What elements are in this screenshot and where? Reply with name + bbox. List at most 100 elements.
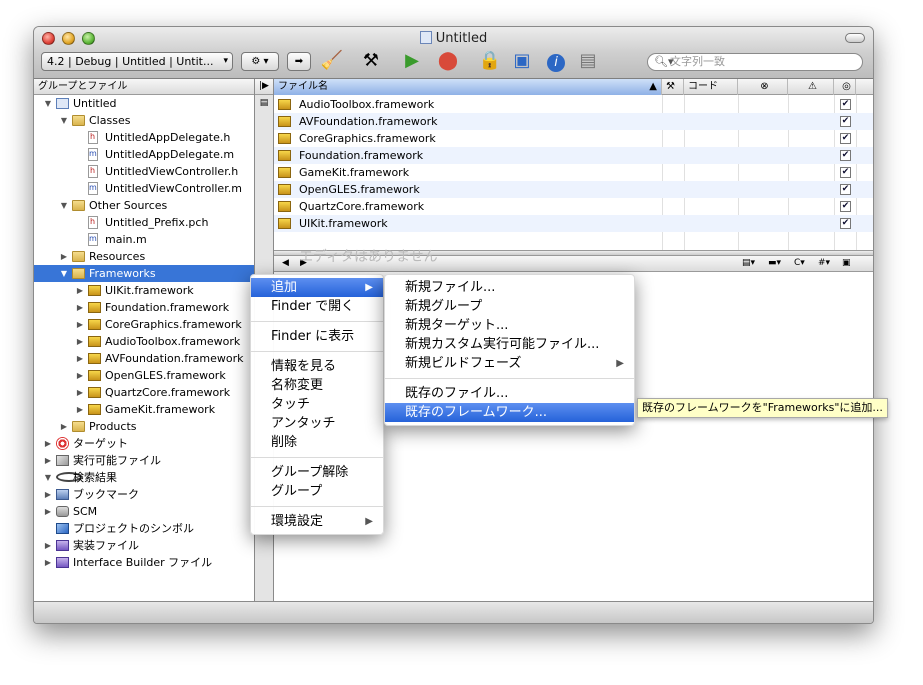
- menu-item[interactable]: 情報を見る: [251, 357, 383, 376]
- menu-item[interactable]: 新規グループ: [385, 297, 634, 316]
- disclosure-closed-icon[interactable]: ▶: [75, 350, 85, 367]
- disclosure-closed-icon[interactable]: ▶: [75, 367, 85, 384]
- target-membership-checkbox[interactable]: ✔: [840, 201, 851, 212]
- tree-item[interactable]: main.m: [34, 230, 254, 248]
- table-row[interactable]: AVFoundation.framework ✔: [274, 113, 873, 130]
- editor-layout-button[interactable]: ▣: [510, 49, 534, 73]
- menu-item[interactable]: 追加 ▶: [251, 278, 383, 297]
- tree-item[interactable]: ▶ AudioToolbox.framework: [34, 333, 254, 350]
- tree-item[interactable]: ▶ Interface Builder ファイル: [34, 554, 254, 571]
- tree-item[interactable]: ▼ 検索結果: [34, 469, 254, 486]
- disclosure-closed-icon[interactable]: ▶: [75, 401, 85, 418]
- menu-item[interactable]: 環境設定 ▶: [251, 512, 383, 531]
- tree-item[interactable]: ▼ Frameworks: [34, 265, 254, 282]
- tree-item[interactable]: ▶ 実装ファイル: [34, 537, 254, 554]
- disclosure-closed-icon[interactable]: ▶: [59, 248, 69, 265]
- disclosure-closed-icon[interactable]: ▶: [59, 418, 69, 435]
- target-membership-checkbox[interactable]: ✔: [840, 167, 851, 178]
- tree-item[interactable]: ▶ Resources: [34, 248, 254, 265]
- clean-all-button[interactable]: 🧹: [320, 49, 344, 73]
- back-arrow-icon[interactable]: ◀: [282, 256, 289, 271]
- disclosure-open-icon[interactable]: ▼: [59, 197, 69, 214]
- menu-item[interactable]: アンタッチ: [251, 414, 383, 433]
- menu-item[interactable]: 新規ファイル...: [385, 278, 634, 297]
- disclosure-closed-icon[interactable]: ▶: [43, 537, 53, 554]
- disclosure-closed-icon[interactable]: ▶: [75, 333, 85, 350]
- menu-item[interactable]: 既存のフレームワーク...: [385, 403, 634, 422]
- table-row[interactable]: AudioToolbox.framework ✔: [274, 96, 873, 113]
- bookmarks-menu-icon[interactable]: ▤▾: [742, 256, 755, 271]
- build-button[interactable]: ⚒: [359, 49, 383, 73]
- disclosure-closed-icon[interactable]: ▶: [75, 299, 85, 316]
- tree-item[interactable]: ▶ ブックマーク: [34, 486, 254, 503]
- table-row[interactable]: CoreGraphics.framework ✔: [274, 130, 873, 147]
- disclosure-closed-icon[interactable]: ▶: [43, 554, 53, 571]
- table-row[interactable]: Foundation.framework ✔: [274, 147, 873, 164]
- tree-item[interactable]: ▶ AVFoundation.framework: [34, 350, 254, 367]
- menu-item[interactable]: タッチ: [251, 395, 383, 414]
- menu-item[interactable]: Finder に表示: [251, 327, 383, 346]
- column-header-warnings[interactable]: ⚠: [788, 79, 834, 95]
- tree-item[interactable]: ▶ GameKit.framework: [34, 401, 254, 418]
- tasks-button[interactable]: ▤: [576, 49, 600, 73]
- counterparts-icon[interactable]: ▣: [842, 256, 851, 271]
- table-row[interactable]: OpenGLES.framework ✔: [274, 181, 873, 198]
- overview-popup[interactable]: 4.2 | Debug | Untitled | Untit... ▾: [41, 52, 233, 71]
- menu-item[interactable]: グループ: [251, 482, 383, 501]
- stop-button[interactable]: ⬤: [436, 49, 460, 73]
- disclosure-closed-icon[interactable]: ▶: [43, 435, 53, 452]
- search-field[interactable]: 🔍︎▾ 文字列一致: [647, 53, 863, 71]
- tree-item[interactable]: ▶ QuartzCore.framework: [34, 384, 254, 401]
- tree-item[interactable]: プロジェクトのシンボル: [34, 520, 254, 537]
- action-menu-button[interactable]: ⚙ ▾: [241, 52, 279, 71]
- tree-item[interactable]: ▶ ターゲット: [34, 435, 254, 452]
- tree-item[interactable]: UntitledViewController.m: [34, 179, 254, 197]
- disclosure-closed-icon[interactable]: ▶: [75, 384, 85, 401]
- disclosure-closed-icon[interactable]: ▶: [43, 503, 53, 520]
- tree-item[interactable]: ▶ CoreGraphics.framework: [34, 316, 254, 333]
- target-membership-checkbox[interactable]: ✔: [840, 150, 851, 161]
- table-row[interactable]: GameKit.framework ✔: [274, 164, 873, 181]
- column-header-code[interactable]: コード: [684, 79, 738, 95]
- column-header-build[interactable]: ⚒: [662, 79, 684, 95]
- splitter-handle-icon[interactable]: |▶: [255, 79, 273, 95]
- tree-item[interactable]: UntitledViewController.h: [34, 162, 254, 180]
- disclosure-open-icon[interactable]: ▼: [43, 95, 53, 112]
- menu-item[interactable]: Finder で開く: [251, 297, 383, 316]
- target-membership-checkbox[interactable]: ✔: [840, 218, 851, 229]
- tree-item[interactable]: Untitled_Prefix.pch: [34, 213, 254, 231]
- disclosure-closed-icon[interactable]: ▶: [75, 316, 85, 333]
- column-options-icon[interactable]: ▤: [255, 98, 273, 108]
- menu-item[interactable]: 新規ビルドフェーズ ▶: [385, 354, 634, 373]
- column-header-filename[interactable]: ファイル名 ▲: [274, 79, 662, 95]
- tree-item[interactable]: ▼ Other Sources: [34, 197, 254, 214]
- tree-item[interactable]: ▶ 実行可能ファイル: [34, 452, 254, 469]
- includes-menu-icon[interactable]: #▾: [818, 256, 830, 271]
- tree-item[interactable]: UntitledAppDelegate.h: [34, 128, 254, 146]
- menu-item[interactable]: 名称変更: [251, 376, 383, 395]
- disclosure-open-icon[interactable]: ▼: [59, 265, 69, 282]
- disclosure-closed-icon[interactable]: ▶: [43, 452, 53, 469]
- menu-item[interactable]: 新規ターゲット...: [385, 316, 634, 335]
- target-membership-checkbox[interactable]: ✔: [840, 116, 851, 127]
- tree-item[interactable]: ▶ UIKit.framework: [34, 282, 254, 299]
- menu-item[interactable]: 削除: [251, 433, 383, 452]
- column-header-target[interactable]: ◎: [834, 79, 856, 95]
- table-row[interactable]: QuartzCore.framework ✔: [274, 198, 873, 215]
- class-hierarchy-icon[interactable]: C▾: [794, 256, 805, 271]
- menu-item[interactable]: 既存のファイル...: [385, 384, 634, 403]
- disclosure-open-icon[interactable]: ▼: [43, 469, 53, 486]
- tree-item[interactable]: ▼ Classes: [34, 112, 254, 129]
- breakpoints-toggle-button[interactable]: ➡: [287, 52, 311, 71]
- target-membership-checkbox[interactable]: ✔: [840, 133, 851, 144]
- tree-item[interactable]: UntitledAppDelegate.m: [34, 145, 254, 163]
- menu-item[interactable]: グループ解除: [251, 463, 383, 482]
- build-and-run-button[interactable]: ▶: [400, 49, 424, 73]
- info-button[interactable]: i: [544, 49, 568, 73]
- menu-item[interactable]: 新規カスタム実行可能ファイル...: [385, 335, 634, 354]
- disclosure-open-icon[interactable]: ▼: [59, 112, 69, 129]
- tree-item[interactable]: ▶ SCM: [34, 503, 254, 520]
- tree-item[interactable]: ▶ Foundation.framework: [34, 299, 254, 316]
- tree-item[interactable]: ▶ OpenGLES.framework: [34, 367, 254, 384]
- toolbar-toggle-button[interactable]: [845, 33, 865, 43]
